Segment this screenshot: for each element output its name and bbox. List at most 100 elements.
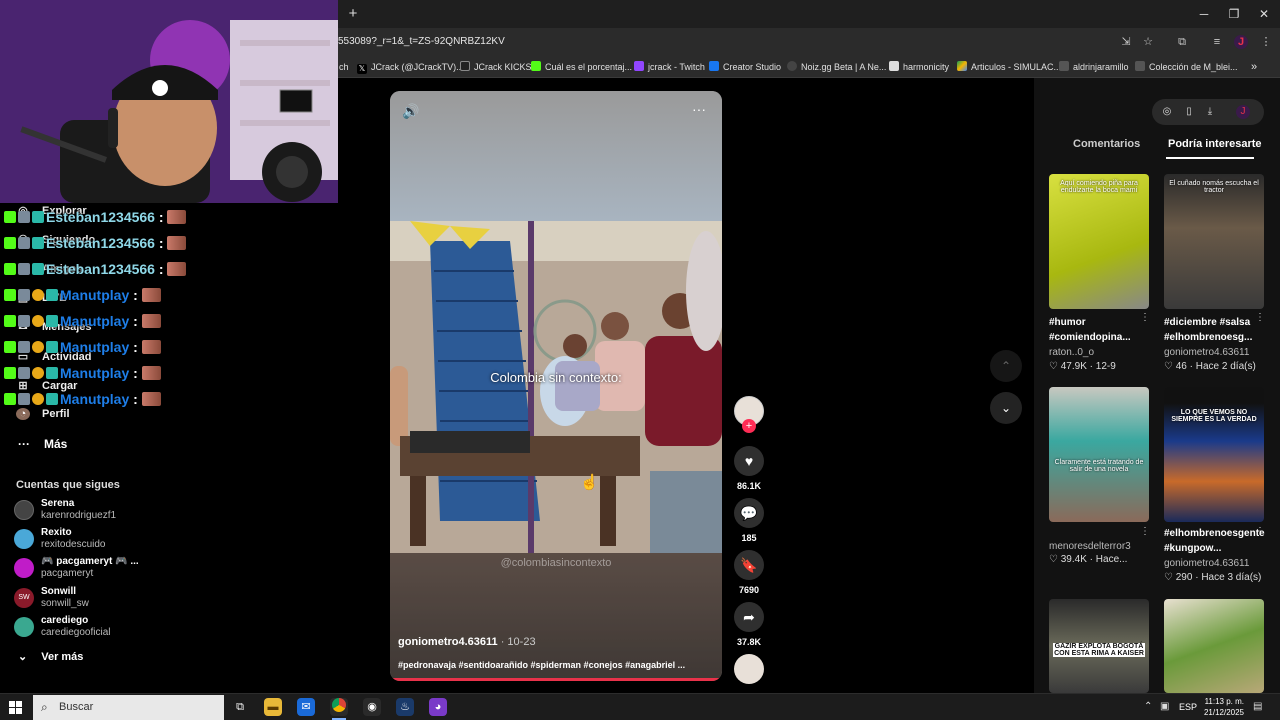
video-date: · 10-23 bbox=[497, 636, 536, 648]
browser-menu-icon[interactable]: ⋮ bbox=[1259, 35, 1273, 49]
app-icon[interactable]: ◕ bbox=[429, 698, 447, 716]
new-tab-button[interactable]: + bbox=[344, 5, 362, 23]
kick-badge-icon bbox=[4, 237, 16, 249]
bookmark-item[interactable]: harmonicity bbox=[889, 60, 949, 74]
download-icon[interactable]: ⤓ bbox=[1203, 105, 1217, 119]
nav-more[interactable]: ··· Más bbox=[18, 437, 67, 451]
autoscroll-icon[interactable]: ◎ bbox=[1160, 105, 1174, 119]
following-account[interactable]: Serena karenrodriguezf1 bbox=[14, 498, 164, 524]
gift-badge-icon bbox=[32, 211, 44, 223]
bookmark-item[interactable]: Colección de M_blei... bbox=[1135, 60, 1238, 74]
steam-icon[interactable]: ♨ bbox=[396, 698, 414, 716]
video-options-icon[interactable]: ··· bbox=[692, 101, 706, 117]
task-view-icon[interactable]: ⧉ bbox=[231, 698, 249, 716]
extensions-icon[interactable]: ⧉ bbox=[1175, 35, 1189, 49]
recommended-title[interactable]: #elhombrenoesgente #kungpow... bbox=[1164, 526, 1265, 556]
item-options-icon[interactable]: ⋮ bbox=[1255, 312, 1265, 323]
level-badge-icon bbox=[32, 341, 44, 353]
tab-recommended[interactable]: Podría interesarte bbox=[1168, 138, 1262, 150]
like-button[interactable]: ♥ bbox=[734, 446, 764, 476]
following-account[interactable]: carediego carediegooficial bbox=[14, 615, 164, 641]
bookmark-star-icon[interactable]: ☆ bbox=[1141, 35, 1155, 49]
bookmark-item[interactable]: ch bbox=[339, 60, 349, 74]
network-icon[interactable]: ▣ bbox=[1160, 701, 1169, 712]
recommended-thumbnail[interactable]: Aquí comiendo piña para endulzarte la bo… bbox=[1049, 174, 1149, 309]
tray-overflow-icon[interactable]: ⌃ bbox=[1144, 701, 1152, 712]
windows-start-icon[interactable] bbox=[9, 701, 22, 714]
comment-button[interactable]: 💬 bbox=[734, 498, 764, 528]
video-player[interactable]: 🔊 ··· Colombia sin contexto: @colombiasi… bbox=[390, 91, 722, 681]
share-button[interactable]: ➦ bbox=[734, 602, 764, 632]
recommended-thumbnail[interactable]: GAZIR EXPLOTA BOGOTÁ CON ESTA RIMA A KAI… bbox=[1049, 599, 1149, 693]
recommended-stats: ♡ 290 · Hace 3 día(s) bbox=[1164, 572, 1262, 583]
following-account[interactable]: Rexito rexitodescuido bbox=[14, 527, 164, 553]
chrome-icon[interactable] bbox=[330, 698, 348, 716]
following-account[interactable]: SW Sonwill sonwill_sw bbox=[14, 586, 164, 612]
following-accounts-heading: Cuentas que sigues bbox=[16, 479, 120, 491]
taskbar-clock[interactable]: 11:13 p. m. 21/12/2025 bbox=[1198, 696, 1244, 718]
bookmark-item[interactable]: 𝕏 JCrack (@JCrackTV)... bbox=[357, 60, 464, 74]
facebook-logo-icon bbox=[709, 61, 719, 71]
follow-plus-icon[interactable]: + bbox=[742, 419, 756, 433]
recommended-author[interactable]: goniometro4.63611 bbox=[1164, 347, 1249, 358]
bookmark-item[interactable]: jcrack - Twitch bbox=[634, 60, 705, 74]
item-options-icon[interactable]: ⋮ bbox=[1140, 312, 1150, 323]
level-badge-icon bbox=[32, 315, 44, 327]
obs-icon[interactable]: ◉ bbox=[363, 698, 381, 716]
recommended-thumbnail[interactable]: Claramente está tratando de salir de una… bbox=[1049, 387, 1149, 522]
music-disc-icon[interactable] bbox=[734, 654, 764, 684]
bookmark-item[interactable]: Noiz.gg Beta | A Ne... bbox=[787, 60, 886, 74]
close-window-button[interactable]: ✕ bbox=[1257, 7, 1271, 21]
media-control-icon[interactable]: ≡ bbox=[1210, 35, 1224, 49]
recommended-author[interactable]: goniometro4.63611 bbox=[1164, 558, 1249, 569]
bookmark-item[interactable]: Creator Studio bbox=[709, 60, 781, 74]
previous-video-button[interactable]: ⌃ bbox=[990, 350, 1022, 382]
keyboard-language[interactable]: ESP bbox=[1179, 702, 1197, 712]
streamer-webcam-image bbox=[0, 0, 338, 203]
recommended-title[interactable]: #humor #comiendopina... bbox=[1049, 315, 1139, 345]
recommended-author[interactable]: menoresdelterror3 bbox=[1049, 541, 1131, 552]
device-icon[interactable]: ▯ bbox=[1182, 105, 1196, 119]
chat-message: Manutplay : bbox=[4, 391, 161, 413]
taskbar-search-box[interactable]: ⌕ Buscar bbox=[33, 695, 224, 720]
emote-icon bbox=[167, 236, 187, 250]
recommended-thumbnail[interactable] bbox=[1164, 599, 1264, 693]
recommended-thumbnail[interactable]: El cuñado nomás escucha el tractor bbox=[1164, 174, 1264, 309]
taskbar-search-placeholder: Buscar bbox=[59, 701, 94, 713]
restore-button[interactable]: ❐ bbox=[1227, 7, 1241, 21]
url-field[interactable]: 553089?_r=1&_t=ZS-92QNRBZ12KV bbox=[338, 36, 505, 47]
more-bookmarks-button[interactable]: » bbox=[1251, 60, 1257, 74]
profile-avatar-icon[interactable]: J bbox=[1234, 35, 1248, 49]
bookmark-item[interactable]: Articulos - SIMULAC... bbox=[957, 60, 1061, 74]
recommended-title[interactable]: #diciembre #salsa #elhombrenoesg... bbox=[1164, 315, 1254, 345]
volume-icon[interactable]: 🔊 bbox=[402, 103, 419, 120]
recommended-stats: ♡ 39.4K · Hace... bbox=[1049, 554, 1128, 565]
video-hashtags[interactable]: #pedronavaja #sentidoarañido #spiderman … bbox=[398, 660, 685, 670]
harmonicity-logo-icon bbox=[889, 61, 899, 71]
account-avatar-icon[interactable]: J bbox=[1236, 105, 1250, 119]
video-author[interactable]: goniometro4.63611 · 10-23 bbox=[398, 636, 536, 648]
item-options-icon[interactable]: ⋮ bbox=[1140, 526, 1150, 537]
outlook-icon[interactable]: ✉ bbox=[297, 698, 315, 716]
next-video-button[interactable]: ⌄ bbox=[990, 392, 1022, 424]
bookmark-item[interactable]: Cuál es el porcentaj... bbox=[531, 60, 632, 74]
heart-outline-icon: ♡ bbox=[1164, 572, 1176, 583]
tab-comments[interactable]: Comentarios bbox=[1073, 138, 1140, 150]
install-app-icon[interactable]: ⇲ bbox=[1119, 35, 1133, 49]
see-more-accounts[interactable]: ⌄ Ver más bbox=[18, 650, 83, 663]
save-button[interactable]: 🔖 bbox=[734, 550, 764, 580]
chat-message: Manutplay : bbox=[4, 287, 161, 309]
video-progress-bar[interactable] bbox=[390, 678, 722, 681]
minimize-button[interactable]: ─ bbox=[1197, 7, 1211, 21]
file-explorer-icon[interactable]: ▬ bbox=[264, 698, 282, 716]
gift-badge-icon bbox=[46, 393, 58, 405]
recommended-thumbnail[interactable]: LO QUE VEMOS NO SIEMPRE ES LA VERDAD bbox=[1164, 387, 1264, 522]
recommended-author[interactable]: raton..0_o bbox=[1049, 347, 1094, 358]
comment-icon: 💬 bbox=[740, 505, 758, 521]
bookmark-item[interactable]: JCrack KICKS bbox=[460, 60, 532, 74]
bookmark-item[interactable]: aldrinjaramillo bbox=[1059, 60, 1129, 74]
chat-message: Esteban1234566 : bbox=[4, 235, 187, 257]
search-icon: ⌕ bbox=[41, 700, 48, 714]
following-account[interactable]: 🎮 pacgameryt 🎮 ... pacgameryt bbox=[14, 556, 164, 582]
notifications-icon[interactable]: ▤ bbox=[1253, 701, 1262, 712]
